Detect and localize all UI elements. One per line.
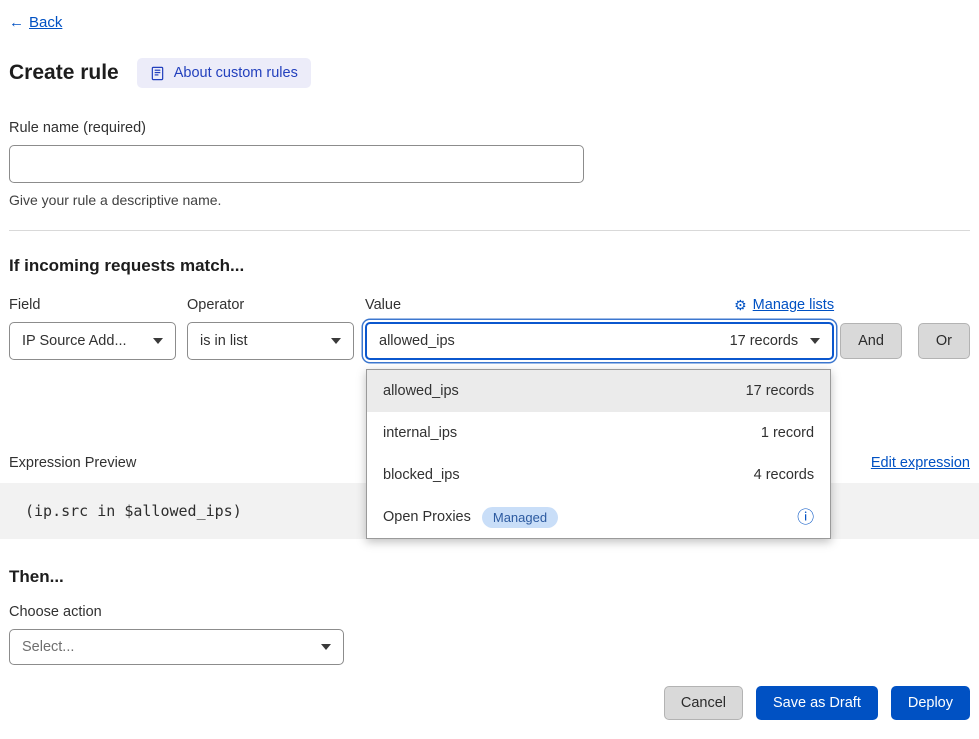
dropdown-item-blocked-ips[interactable]: blocked_ips 4 records bbox=[367, 454, 830, 496]
or-button[interactable]: Or bbox=[918, 323, 970, 359]
match-condition-row: Field IP Source Add... Operator is in li… bbox=[9, 297, 970, 360]
value-select-right: 17 records bbox=[730, 333, 821, 349]
field-select-value: IP Source Add... bbox=[22, 333, 127, 349]
document-icon bbox=[150, 66, 165, 81]
manage-lists-label: Manage lists bbox=[753, 297, 834, 313]
save-as-draft-button[interactable]: Save as Draft bbox=[756, 686, 878, 720]
value-select-value: allowed_ips bbox=[379, 333, 455, 349]
operator-select-value: is in list bbox=[200, 333, 248, 349]
about-custom-rules-label: About custom rules bbox=[174, 65, 298, 81]
then-section-heading: Then... bbox=[9, 567, 970, 587]
footer-actions: Cancel Save as Draft Deploy bbox=[9, 686, 970, 720]
value-column: Value ⚙ Manage lists allowed_ips 17 reco… bbox=[365, 297, 834, 360]
value-select-records: 17 records bbox=[730, 333, 799, 349]
value-select[interactable]: allowed_ips 17 records bbox=[365, 322, 834, 360]
operator-label: Operator bbox=[187, 297, 354, 313]
and-button[interactable]: And bbox=[840, 323, 902, 359]
title-row: Create rule About custom rules bbox=[9, 58, 970, 88]
rule-name-input[interactable] bbox=[9, 145, 584, 183]
page-title: Create rule bbox=[9, 61, 119, 85]
field-label: Field bbox=[9, 297, 176, 313]
managed-badge: Managed bbox=[482, 507, 558, 528]
field-select[interactable]: IP Source Add... bbox=[9, 322, 176, 360]
list-name: Open Proxies bbox=[383, 509, 471, 525]
list-name: internal_ips bbox=[383, 425, 457, 441]
deploy-button[interactable]: Deploy bbox=[891, 686, 970, 720]
info-icon[interactable]: ⓘ bbox=[797, 509, 814, 526]
list-name-group: Open Proxies Managed bbox=[383, 507, 558, 528]
choose-action-label: Choose action bbox=[9, 604, 970, 620]
edit-expression-link[interactable]: Edit expression bbox=[871, 455, 970, 471]
manage-lists-link[interactable]: ⚙ Manage lists bbox=[734, 297, 834, 313]
about-custom-rules-link[interactable]: About custom rules bbox=[137, 58, 311, 88]
dropdown-item-allowed-ips[interactable]: allowed_ips 17 records bbox=[367, 370, 830, 412]
section-divider bbox=[9, 230, 970, 231]
back-arrow-icon: ← bbox=[9, 14, 24, 31]
match-section-heading: If incoming requests match... bbox=[9, 256, 970, 276]
chevron-down-icon bbox=[810, 338, 820, 344]
list-name: blocked_ips bbox=[383, 467, 460, 483]
chevron-down-icon bbox=[331, 338, 341, 344]
list-record-count: 4 records bbox=[754, 467, 814, 483]
dropdown-item-open-proxies[interactable]: Open Proxies Managed ⓘ bbox=[367, 496, 830, 538]
list-record-count: 17 records bbox=[746, 383, 815, 399]
rule-name-label: Rule name (required) bbox=[9, 120, 970, 136]
value-label: Value bbox=[365, 297, 401, 313]
value-label-row: Value ⚙ Manage lists bbox=[365, 297, 834, 313]
list-record-count: 1 record bbox=[761, 425, 814, 441]
back-link-label: Back bbox=[29, 14, 62, 31]
dropdown-item-internal-ips[interactable]: internal_ips 1 record bbox=[367, 412, 830, 454]
operator-select[interactable]: is in list bbox=[187, 322, 354, 360]
cancel-button[interactable]: Cancel bbox=[664, 686, 743, 720]
chevron-down-icon bbox=[153, 338, 163, 344]
back-link[interactable]: ← Back bbox=[9, 14, 62, 31]
action-select[interactable]: Select... bbox=[9, 629, 344, 665]
value-dropdown-menu: allowed_ips 17 records internal_ips 1 re… bbox=[366, 369, 831, 539]
expression-preview-label: Expression Preview bbox=[9, 455, 136, 471]
action-select-placeholder: Select... bbox=[22, 639, 74, 655]
create-rule-page: ← Back Create rule About custom rules Ru… bbox=[0, 0, 979, 720]
gear-icon: ⚙ bbox=[734, 298, 747, 312]
list-name: allowed_ips bbox=[383, 383, 459, 399]
chevron-down-icon bbox=[321, 644, 331, 650]
field-column: Field IP Source Add... bbox=[9, 297, 176, 360]
operator-column: Operator is in list bbox=[187, 297, 354, 360]
rule-name-helper: Give your rule a descriptive name. bbox=[9, 192, 970, 208]
